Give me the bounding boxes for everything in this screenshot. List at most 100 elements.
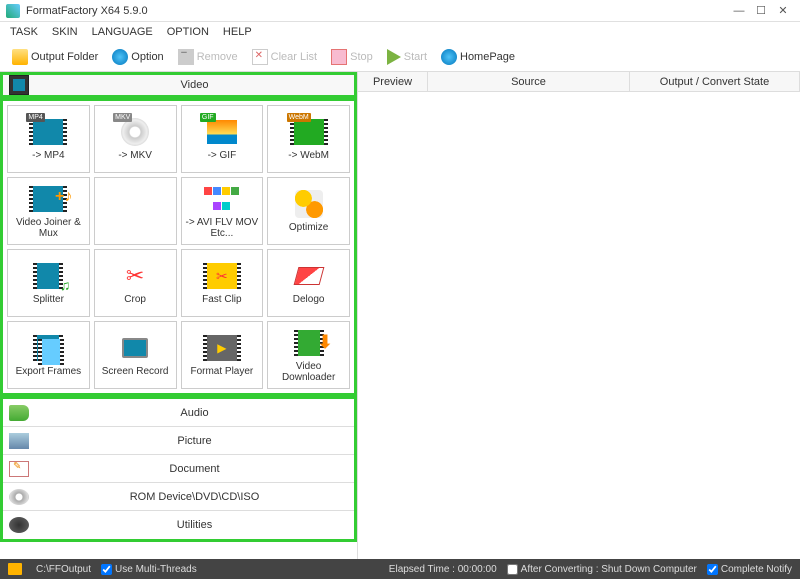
- clear-list-label: Clear List: [271, 51, 317, 63]
- stop-icon: [331, 49, 347, 65]
- tool-empty: [94, 177, 177, 245]
- tool-gif-label: -> GIF: [208, 150, 237, 161]
- tool-fast-clip[interactable]: ✂ Fast Clip: [181, 249, 264, 317]
- col-preview[interactable]: Preview: [358, 72, 428, 91]
- tool-screenrec-label: Screen Record: [102, 366, 169, 377]
- output-path[interactable]: C:\FFOutput: [36, 564, 91, 575]
- main-area: Video MP4 -> MP4 MKV -> MKV GIF -> GIF W…: [0, 72, 800, 559]
- document-icon: [9, 461, 29, 477]
- notify-checkbox[interactable]: Complete Notify: [707, 564, 792, 575]
- status-bar: C:\FFOutput Use Multi-Threads Elapsed Ti…: [0, 559, 800, 579]
- tool-joiner[interactable]: +♪ Video Joiner & Mux: [7, 177, 90, 245]
- tool-downloader[interactable]: ⬇ Video Downloader: [267, 321, 350, 389]
- menu-help[interactable]: HELP: [223, 26, 252, 38]
- menu-bar: TASK SKIN LANGUAGE OPTION HELP: [0, 22, 800, 42]
- category-picture-label: Picture: [35, 435, 354, 447]
- shutdown-checkbox[interactable]: After Converting : Shut Down Computer: [507, 564, 697, 575]
- video-icon: [9, 75, 29, 95]
- menu-skin[interactable]: SKIN: [52, 26, 78, 38]
- category-video-header[interactable]: Video: [0, 72, 357, 98]
- option-label: Option: [131, 51, 163, 63]
- task-list-body[interactable]: [358, 92, 800, 559]
- tool-mkv-label: -> MKV: [118, 150, 152, 161]
- plus-icon: +♪: [55, 188, 72, 206]
- remove-label: Remove: [197, 51, 238, 63]
- clear-icon: [252, 49, 268, 65]
- tool-splitter-label: Splitter: [33, 294, 64, 305]
- option-button[interactable]: Option: [108, 47, 167, 67]
- window-title: FormatFactory X64 5.9.0: [26, 5, 728, 17]
- category-utilities-label: Utilities: [35, 519, 354, 531]
- tool-mkv[interactable]: MKV -> MKV: [94, 105, 177, 173]
- multi-threads-input[interactable]: [101, 564, 112, 575]
- shutdown-input[interactable]: [507, 564, 518, 575]
- category-audio[interactable]: Audio: [3, 399, 354, 427]
- category-video-label: Video: [35, 79, 354, 91]
- tool-player-label: Format Player: [190, 366, 253, 377]
- tool-export-label: Export Frames: [16, 366, 82, 377]
- homepage-label: HomePage: [460, 51, 515, 63]
- tool-joiner-label: Video Joiner & Mux: [10, 217, 87, 239]
- clear-list-button[interactable]: Clear List: [248, 47, 321, 67]
- remove-icon: [178, 49, 194, 65]
- app-icon: [6, 4, 20, 18]
- right-pane: Preview Source Output / Convert State: [358, 72, 800, 559]
- multi-threads-label: Use Multi-Threads: [115, 564, 197, 575]
- toolbar: Output Folder Option Remove Clear List S…: [0, 42, 800, 72]
- stop-button[interactable]: Stop: [327, 47, 377, 67]
- stop-label: Stop: [350, 51, 373, 63]
- left-pane: Video MP4 -> MP4 MKV -> MKV GIF -> GIF W…: [0, 72, 358, 559]
- scissors-icon: ✂: [126, 263, 144, 289]
- start-button[interactable]: Start: [383, 47, 431, 67]
- col-output[interactable]: Output / Convert State: [630, 72, 800, 91]
- start-label: Start: [404, 51, 427, 63]
- folder-icon: [12, 49, 28, 65]
- tool-downloader-label: Video Downloader: [270, 361, 347, 383]
- tool-fastclip-label: Fast Clip: [202, 294, 241, 305]
- tool-screen-record[interactable]: Screen Record: [94, 321, 177, 389]
- notify-input[interactable]: [707, 564, 718, 575]
- task-list-header: Preview Source Output / Convert State: [358, 72, 800, 92]
- output-folder-button[interactable]: Output Folder: [8, 47, 102, 67]
- tool-export-frames[interactable]: Export Frames: [7, 321, 90, 389]
- notify-label: Complete Notify: [721, 564, 792, 575]
- category-utilities[interactable]: Utilities: [3, 511, 354, 539]
- tool-delogo-label: Delogo: [293, 294, 325, 305]
- gears-icon: [295, 190, 323, 218]
- homepage-button[interactable]: HomePage: [437, 47, 519, 67]
- menu-task[interactable]: TASK: [10, 26, 38, 38]
- category-document[interactable]: Document: [3, 455, 354, 483]
- category-picture[interactable]: Picture: [3, 427, 354, 455]
- tool-crop[interactable]: ✂ Crop: [94, 249, 177, 317]
- tool-optimize[interactable]: Optimize: [267, 177, 350, 245]
- menu-option[interactable]: OPTION: [167, 26, 209, 38]
- category-rom[interactable]: ROM Device\DVD\CD\ISO: [3, 483, 354, 511]
- home-icon: [441, 49, 457, 65]
- start-icon: [387, 49, 401, 65]
- tool-mp4-label: -> MP4: [32, 150, 65, 161]
- menu-language[interactable]: LANGUAGE: [92, 26, 153, 38]
- utilities-icon: [9, 517, 29, 533]
- tool-webm[interactable]: WebM -> WebM: [267, 105, 350, 173]
- category-document-label: Document: [35, 463, 354, 475]
- tool-mp4[interactable]: MP4 -> MP4: [7, 105, 90, 173]
- col-source[interactable]: Source: [428, 72, 630, 91]
- multi-threads-checkbox[interactable]: Use Multi-Threads: [101, 564, 197, 575]
- tool-delogo[interactable]: Delogo: [267, 249, 350, 317]
- video-tools-grid: MP4 -> MP4 MKV -> MKV GIF -> GIF WebM ->…: [0, 98, 357, 396]
- tool-gif[interactable]: GIF -> GIF: [181, 105, 264, 173]
- minimize-button[interactable]: —: [728, 5, 750, 17]
- maximize-button[interactable]: ☐: [750, 4, 772, 17]
- tool-format-player[interactable]: ▶ Format Player: [181, 321, 264, 389]
- disc-icon: [9, 489, 29, 505]
- remove-button[interactable]: Remove: [174, 47, 242, 67]
- download-icon: ⬇: [318, 332, 333, 353]
- close-button[interactable]: ✕: [772, 4, 794, 17]
- option-icon: [112, 49, 128, 65]
- title-bar: FormatFactory X64 5.9.0 — ☐ ✕: [0, 0, 800, 22]
- tool-splitter[interactable]: ♫ Splitter: [7, 249, 90, 317]
- audio-icon: [9, 405, 29, 421]
- tool-avi-flv[interactable]: -> AVI FLV MOV Etc...: [181, 177, 264, 245]
- tool-webm-label: -> WebM: [288, 150, 329, 161]
- eraser-icon: [293, 267, 324, 285]
